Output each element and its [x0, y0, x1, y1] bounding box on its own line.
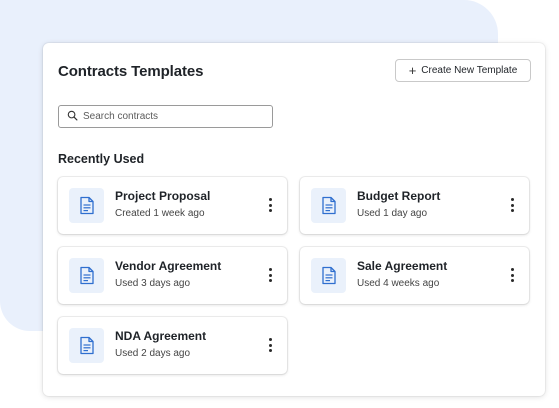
- template-meta: Used 1 day ago: [357, 208, 428, 219]
- template-card[interactable]: Sale Agreement Used 4 weeks ago: [300, 247, 529, 304]
- template-meta: Used 2 days ago: [115, 348, 191, 359]
- create-new-template-label: Create New Template: [421, 65, 518, 76]
- more-options-icon[interactable]: [263, 264, 277, 286]
- template-name: Budget Report: [357, 189, 441, 203]
- recently-used-heading: Recently Used: [58, 152, 145, 166]
- template-card[interactable]: Vendor Agreement Used 3 days ago: [58, 247, 287, 304]
- template-name: Vendor Agreement: [115, 259, 222, 273]
- document-icon: [311, 188, 346, 223]
- plus-icon: +: [408, 63, 417, 78]
- template-card[interactable]: Budget Report Used 1 day ago: [300, 177, 529, 234]
- page-title: Contracts Templates: [58, 63, 204, 80]
- template-name: NDA Agreement: [115, 329, 207, 343]
- document-icon: [311, 258, 346, 293]
- search-input[interactable]: [83, 111, 263, 122]
- template-card[interactable]: Project Proposal Created 1 week ago: [58, 177, 287, 234]
- document-icon: [69, 258, 104, 293]
- template-name: Sale Agreement: [357, 259, 448, 273]
- more-options-icon[interactable]: [263, 334, 277, 356]
- create-new-template-button[interactable]: + Create New Template: [395, 59, 531, 82]
- template-meta: Used 4 weeks ago: [357, 278, 440, 289]
- more-options-icon[interactable]: [505, 194, 519, 216]
- more-options-icon[interactable]: [505, 264, 519, 286]
- search-box: [58, 105, 273, 128]
- document-icon: [69, 188, 104, 223]
- template-name: Project Proposal: [115, 189, 211, 203]
- template-meta: Created 1 week ago: [115, 208, 205, 219]
- templates-panel: Contracts Templates + Create New Templat…: [43, 43, 545, 396]
- search-icon: [67, 108, 78, 126]
- document-icon: [69, 328, 104, 363]
- template-card[interactable]: NDA Agreement Used 2 days ago: [58, 317, 287, 374]
- template-meta: Used 3 days ago: [115, 278, 191, 289]
- more-options-icon[interactable]: [263, 194, 277, 216]
